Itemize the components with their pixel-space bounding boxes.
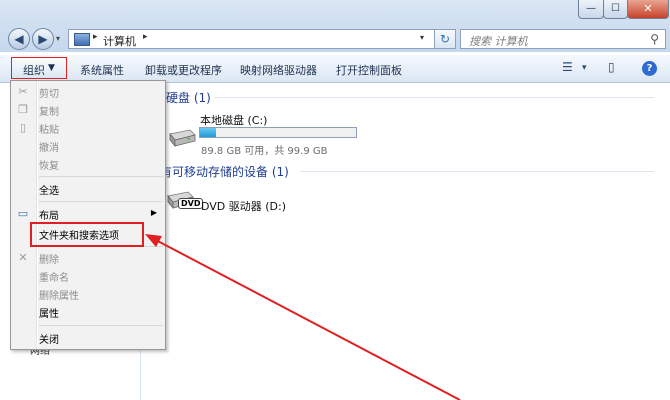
map-network-drive-button[interactable]: 映射网络驱动器	[240, 62, 317, 78]
layout-icon: ▭	[17, 207, 29, 220]
forward-button[interactable]: ▶	[32, 28, 54, 50]
preview-pane-icon[interactable]: ▯	[608, 60, 615, 78]
menu-item-paste[interactable]: ▯ 粘贴	[11, 119, 165, 137]
menu-item-label: 重命名	[39, 273, 69, 284]
dropdown-arrow-icon: ▼	[48, 63, 55, 73]
back-arrow-icon: ◀	[14, 32, 24, 46]
menu-item-label: 删除	[39, 255, 59, 266]
search-icon[interactable]: ⚲	[650, 32, 659, 46]
uninstall-program-button[interactable]: 卸载或更改程序	[145, 62, 222, 78]
menu-item-label: 布局	[39, 211, 59, 222]
breadcrumb-separator[interactable]: ▸	[93, 32, 98, 42]
menu-item-label: 撤消	[39, 143, 59, 154]
explorer-window: — ☐ ✕ ◀ ▶ ▾ ▸ 计算机 ▸ ▾ ↻ 搜索 计算机 ⚲ 系统属性 卸载…	[0, 0, 670, 400]
menu-item-properties[interactable]: 属性	[11, 303, 165, 321]
menu-item-redo[interactable]: 恢复	[11, 155, 165, 173]
refresh-button[interactable]: ↻	[434, 29, 456, 49]
address-dropdown-icon[interactable]: ▾	[420, 33, 424, 42]
menu-item-delete[interactable]: ✕ 删除	[11, 249, 165, 267]
change-view-icon[interactable]: ☰	[562, 60, 573, 78]
dvd-logo: DVD	[178, 198, 204, 209]
drive-c-free-space: 89.8 GB 可用，共 99.9 GB	[201, 146, 328, 157]
view-options-arrow-icon[interactable]: ▾	[582, 63, 587, 81]
menu-item-label: 粘贴	[39, 125, 59, 136]
breadcrumb-computer[interactable]: 计算机	[103, 33, 136, 49]
recent-pages-dropdown[interactable]: ▾	[56, 34, 60, 43]
drive-c-capacity-fill	[200, 128, 216, 137]
clipboard-icon: ▯	[19, 121, 27, 134]
menu-separator	[39, 176, 163, 177]
organize-menu: ✂ 剪切 ❐ 复制 ▯ 粘贴 撤消 恢复 全选 ▭ 布局 ▶ 文件夹和搜索选项	[10, 80, 166, 350]
submenu-arrow-icon: ▶	[150, 208, 157, 217]
menu-item-close[interactable]: 关闭	[11, 329, 165, 347]
menu-item-label: 剪切	[39, 89, 59, 100]
menu-item-copy[interactable]: ❐ 复制	[11, 101, 165, 119]
menu-item-layout[interactable]: ▭ 布局 ▶	[11, 205, 165, 223]
menu-separator	[39, 325, 163, 326]
menu-item-remove-properties[interactable]: 删除属性	[11, 285, 165, 303]
menu-item-label: 属性	[39, 309, 59, 320]
drive-c-capacity-bar	[199, 127, 357, 138]
organize-button[interactable]: 组织 ▼	[11, 57, 67, 79]
group-header-removable[interactable]: 有可移动存储的设备 (1)	[160, 163, 289, 180]
group-divider	[214, 97, 654, 98]
folder-options-highlight	[30, 222, 144, 247]
menu-item-label: 复制	[39, 107, 59, 118]
menu-item-undo[interactable]: 撤消	[11, 137, 165, 155]
group-header-hard-disks[interactable]: 硬盘 (1)	[166, 89, 211, 106]
search-placeholder: 搜索 计算机	[469, 35, 528, 48]
menu-separator	[39, 201, 163, 202]
menu-item-label: 关闭	[39, 335, 59, 346]
address-bar[interactable]: ▸ 计算机 ▸	[68, 29, 456, 49]
back-button[interactable]: ◀	[8, 28, 30, 50]
menu-item-label: 全选	[39, 186, 59, 197]
drive-d-name[interactable]: DVD 驱动器 (D:)	[201, 198, 286, 214]
group-divider	[300, 171, 654, 172]
menu-item-cut[interactable]: ✂ 剪切	[11, 83, 165, 101]
breadcrumb-separator[interactable]: ▸	[143, 32, 148, 42]
refresh-icon: ↻	[439, 32, 451, 46]
maximize-button[interactable]: ☐	[603, 0, 628, 19]
delete-x-icon: ✕	[18, 251, 28, 264]
menu-item-label: 删除属性	[39, 291, 79, 302]
minimize-button[interactable]: —	[578, 0, 604, 19]
help-icon[interactable]: ?	[642, 61, 657, 76]
scissors-icon: ✂	[18, 85, 28, 98]
copy-icon: ❐	[18, 103, 28, 116]
menu-item-select-all[interactable]: 全选	[11, 180, 165, 198]
organize-label: 组织	[23, 64, 45, 77]
system-properties-button[interactable]: 系统属性	[80, 62, 124, 78]
drive-c-name[interactable]: 本地磁盘 (C:)	[200, 112, 267, 128]
close-button[interactable]: ✕	[627, 0, 669, 19]
hard-drive-icon[interactable]	[168, 126, 196, 148]
forward-arrow-icon: ▶	[38, 32, 48, 46]
menu-item-rename[interactable]: 重命名	[11, 267, 165, 285]
menu-item-label: 恢复	[39, 161, 59, 172]
open-control-panel-button[interactable]: 打开控制面板	[336, 62, 402, 78]
search-box[interactable]: 搜索 计算机 ⚲	[460, 29, 666, 49]
computer-icon	[74, 33, 90, 46]
